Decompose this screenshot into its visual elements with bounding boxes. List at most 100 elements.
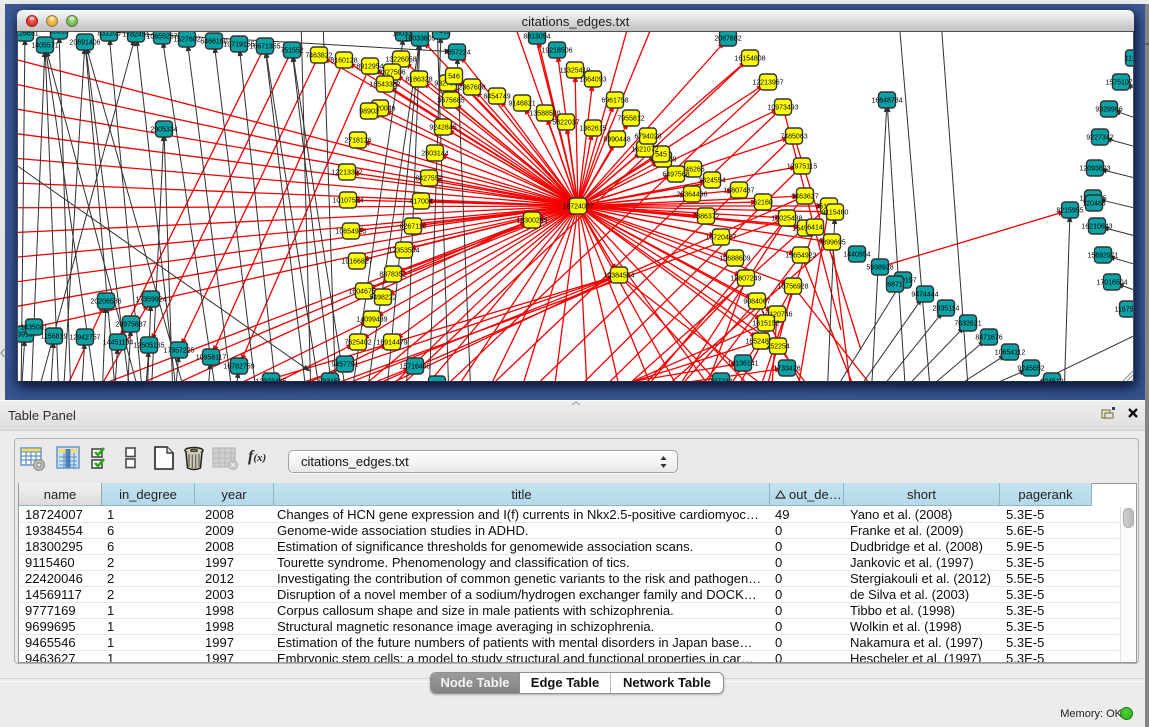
svg-text:9899695: 9899695 — [818, 239, 845, 246]
svg-text:5938928: 5938928 — [866, 264, 893, 271]
svg-text:12942757: 12942757 — [69, 334, 100, 341]
svg-text:10807487: 10807487 — [723, 187, 754, 194]
svg-text:7632621: 7632621 — [954, 320, 981, 327]
svg-text:9245652: 9245652 — [1017, 365, 1044, 372]
svg-text:10654925: 10654925 — [335, 228, 366, 235]
svg-text:1527602: 1527602 — [173, 36, 200, 43]
svg-text:1733426: 1733426 — [773, 365, 800, 372]
svg-text:20691406: 20691406 — [69, 39, 100, 46]
svg-text:9146821: 9146821 — [508, 100, 535, 107]
svg-text:7463822: 7463822 — [305, 52, 332, 59]
svg-text:10973493: 10973493 — [767, 104, 798, 111]
svg-text:9227342: 9227342 — [1086, 134, 1113, 141]
svg-text:8186328: 8186328 — [405, 76, 432, 83]
svg-text:8878352: 8878352 — [379, 271, 406, 278]
svg-text:16154808: 16154808 — [734, 55, 765, 62]
svg-text:12353594: 12353594 — [388, 247, 419, 254]
svg-text:20206536: 20206536 — [90, 298, 121, 305]
svg-text:5822037: 5822037 — [552, 119, 579, 126]
svg-text:16210643: 16210643 — [1081, 223, 1112, 230]
svg-text:93918: 93918 — [49, 32, 69, 35]
svg-text:5498222: 5498222 — [369, 294, 396, 301]
svg-text:94551: 94551 — [427, 381, 447, 382]
svg-text:933151: 933151 — [318, 378, 341, 382]
svg-text:8427552: 8427552 — [415, 175, 442, 182]
svg-text:10654112: 10654112 — [995, 349, 1026, 356]
svg-text:12213382: 12213382 — [331, 169, 362, 176]
svg-text:1405571: 1405571 — [31, 42, 58, 49]
svg-text:16648784: 16648784 — [871, 97, 902, 104]
svg-text:19166827: 19166827 — [341, 258, 372, 265]
svg-text:12213967: 12213967 — [752, 79, 783, 86]
svg-text:7386372: 7386372 — [692, 213, 719, 220]
svg-text:18807249: 18807249 — [730, 275, 761, 282]
svg-text:9327506: 9327506 — [378, 69, 405, 76]
svg-text:3824554: 3824554 — [698, 177, 725, 184]
svg-text:107233: 107233 — [709, 378, 732, 382]
svg-text:17359924: 17359924 — [135, 296, 166, 303]
svg-text:9242845: 9242845 — [429, 124, 456, 131]
svg-text:8454749: 8454749 — [483, 93, 510, 100]
svg-text:2935114: 2935114 — [933, 305, 960, 312]
svg-text:16782759: 16782759 — [223, 363, 254, 370]
svg-text:7955812: 7955812 — [617, 115, 644, 122]
svg-text:11121: 11121 — [1125, 55, 1134, 62]
svg-text:13588520: 13588520 — [529, 110, 560, 117]
svg-text:18300295: 18300295 — [516, 217, 547, 224]
svg-text:62160: 62160 — [753, 199, 773, 206]
svg-text:1615152: 1615152 — [752, 320, 779, 327]
svg-text:14451194: 14451194 — [103, 339, 134, 346]
svg-text:8471676: 8471676 — [975, 334, 1002, 341]
svg-text:15716485: 15716485 — [399, 363, 430, 370]
svg-text:8215955: 8215955 — [1056, 207, 1083, 214]
svg-text:6497568: 6497568 — [662, 171, 689, 178]
svg-text:15692971: 15692971 — [1087, 252, 1118, 259]
svg-text:1440954: 1440954 — [843, 251, 870, 258]
svg-text:1167533: 1167533 — [1115, 306, 1134, 313]
svg-text:10958117: 10958117 — [196, 354, 227, 361]
svg-text:2905334: 2905334 — [150, 126, 177, 133]
svg-text:12093823: 12093823 — [1079, 165, 1110, 172]
svg-text:77412: 77412 — [431, 32, 451, 35]
svg-text:12975115: 12975115 — [787, 163, 818, 170]
svg-text:7857224: 7857224 — [443, 49, 470, 56]
svg-text:17957225: 17957225 — [163, 347, 194, 354]
svg-text:16543382: 16543382 — [369, 81, 400, 88]
svg-text:7625402: 7625402 — [344, 339, 371, 346]
svg-text:1864093: 1864093 — [579, 76, 606, 83]
svg-text:20975887: 20975887 — [115, 321, 146, 328]
svg-text:831205: 831205 — [97, 32, 120, 37]
svg-text:2718126: 2718126 — [344, 137, 371, 144]
svg-text:751552: 751552 — [280, 47, 303, 54]
svg-text:2126651: 2126651 — [18, 32, 39, 37]
svg-text:6414: 6414 — [807, 224, 823, 231]
svg-text:1621072: 1621072 — [631, 146, 658, 153]
svg-text:2367608: 2367608 — [458, 84, 485, 91]
svg-text:98903: 98903 — [359, 108, 379, 115]
svg-text:8990448: 8990448 — [603, 136, 630, 143]
svg-text:1362615: 1362615 — [579, 125, 606, 132]
svg-text:6794028: 6794028 — [634, 133, 661, 140]
svg-text:7485063: 7485063 — [780, 133, 807, 140]
svg-text:15751074: 15751074 — [1105, 79, 1134, 86]
svg-text:1156819: 1156819 — [41, 333, 68, 340]
svg-text:16671355: 16671355 — [249, 43, 280, 50]
svg-text:9329966: 9329966 — [1095, 106, 1122, 113]
svg-text:9084067: 9084067 — [743, 298, 770, 305]
svg-text:16914479: 16914479 — [376, 339, 407, 346]
svg-text:12923465: 12923465 — [255, 378, 286, 382]
svg-text:417004: 417004 — [409, 198, 432, 205]
svg-text:18724007: 18724007 — [562, 203, 593, 210]
svg-text:15720407: 15720407 — [705, 234, 736, 241]
svg-text:20364436: 20364436 — [676, 191, 707, 198]
svg-text:2803144: 2803144 — [421, 150, 448, 157]
svg-text:19218506: 19218506 — [541, 47, 572, 54]
svg-text:6961758: 6961758 — [601, 97, 628, 104]
svg-text:12505135: 12505135 — [133, 342, 164, 349]
svg-text:19384554: 19384554 — [603, 272, 634, 279]
svg-text:16033809: 16033809 — [404, 35, 435, 42]
svg-text:8160128: 8160128 — [330, 57, 357, 64]
svg-text:10107554: 10107554 — [332, 197, 363, 204]
svg-text:6871: 6871 — [887, 281, 903, 288]
svg-text:14099489: 14099489 — [356, 316, 387, 323]
